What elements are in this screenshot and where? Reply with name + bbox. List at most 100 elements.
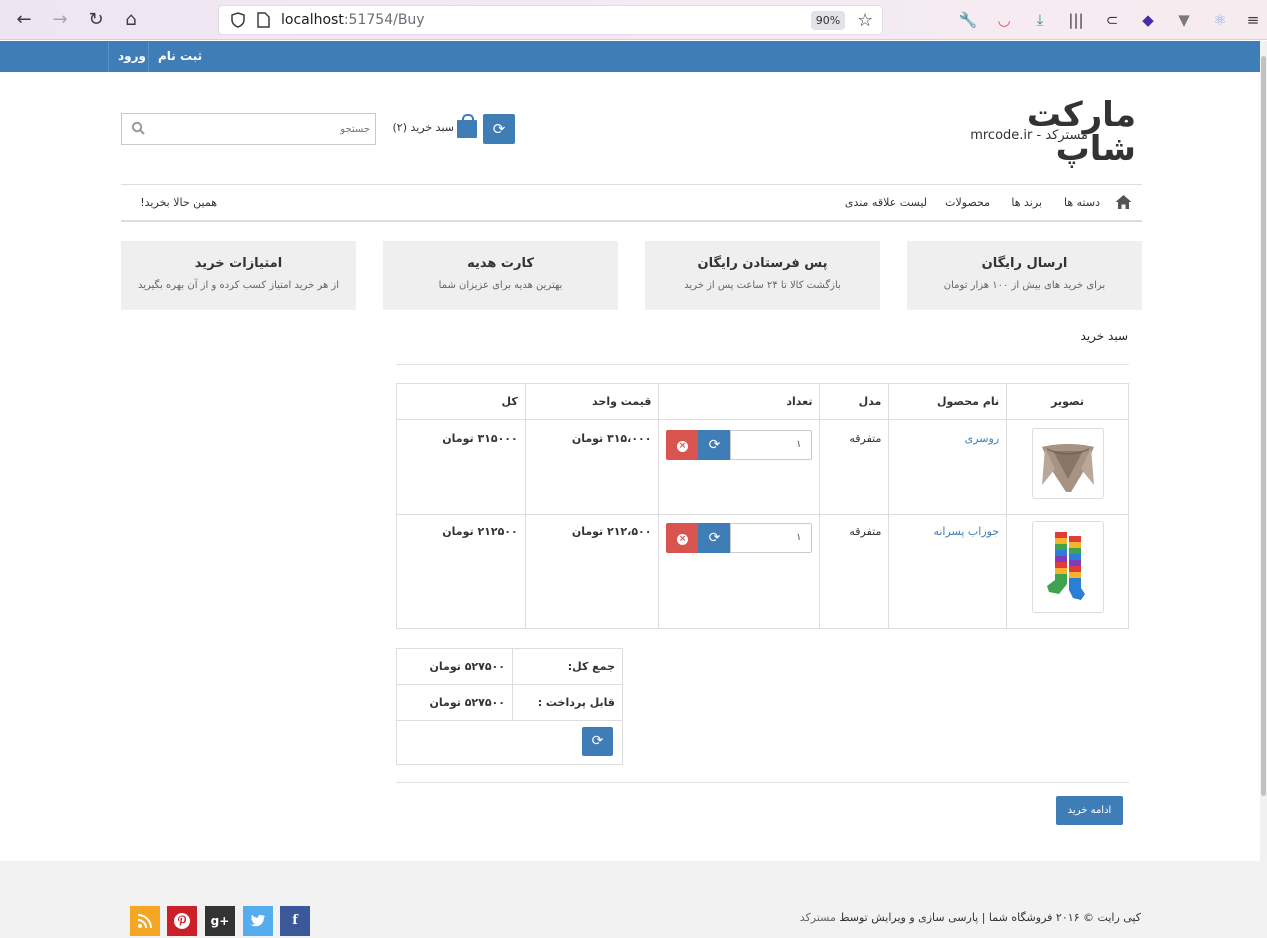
quantity-control: ۱ ⟳ × bbox=[666, 430, 813, 460]
rss-icon[interactable] bbox=[130, 906, 160, 936]
quantity-cell: ۱ ⟳ × bbox=[658, 514, 821, 629]
extension-v-icon[interactable]: ▼ bbox=[1174, 10, 1194, 30]
product-image-cell bbox=[1006, 419, 1129, 515]
extension-icon[interactable]: ⊂ bbox=[1102, 10, 1122, 30]
nav-brands[interactable]: برند ها bbox=[1011, 196, 1042, 209]
search-input[interactable] bbox=[152, 114, 370, 144]
feature-title: امتیازات خرید bbox=[194, 256, 283, 271]
product-thumbnail[interactable] bbox=[1031, 521, 1104, 613]
copyright-brand-link[interactable]: مسترکد bbox=[800, 911, 836, 924]
register-link[interactable]: ثبت نام bbox=[158, 49, 202, 63]
cart-count-label[interactable]: سبد خرید (۲) bbox=[390, 121, 454, 134]
extension-react-icon[interactable]: ⚛ bbox=[1210, 10, 1230, 30]
subtotal-label: جمع کل: bbox=[512, 648, 623, 685]
feature-reward-points: امتیازات خرید از هر خرید امتیاز کسب کرده… bbox=[121, 241, 356, 310]
copyright-text: کپی رایت © ۲۰۱۶ فروشگاه شما | پارسی سازی… bbox=[800, 911, 1141, 924]
menu-icon[interactable]: ≡ bbox=[1243, 10, 1263, 30]
feature-text: بهترین هدیه برای عزیزان شما bbox=[438, 280, 563, 291]
refresh-icon: ⟳ bbox=[708, 530, 721, 546]
update-quantity-button[interactable]: ⟳ bbox=[698, 523, 731, 553]
search-icon[interactable] bbox=[131, 121, 145, 135]
twitter-icon[interactable] bbox=[243, 906, 273, 936]
quantity-cell: ۱ ⟳ × bbox=[658, 419, 821, 515]
divider bbox=[396, 782, 1129, 783]
shopping-bag-icon[interactable] bbox=[457, 114, 477, 138]
feature-free-shipping: ارسال رایگان برای خرید های بیش از ۱۰۰ هز… bbox=[907, 241, 1142, 310]
topbar-divider bbox=[148, 41, 149, 72]
feature-title: کارت هدیه bbox=[467, 256, 534, 271]
remove-icon: × bbox=[676, 534, 688, 545]
library-icon[interactable]: ||| bbox=[1066, 10, 1086, 30]
column-header: قیمت واحد bbox=[524, 383, 660, 420]
product-thumbnail[interactable] bbox=[1031, 428, 1104, 499]
refresh-icon: ⟳ bbox=[492, 120, 506, 138]
pinterest-p-icon bbox=[174, 913, 190, 929]
quantity-input[interactable]: ۱ bbox=[730, 523, 813, 553]
totals-refresh-button[interactable]: ⟳ bbox=[582, 727, 613, 756]
column-header: تصویر bbox=[1006, 383, 1129, 420]
pinterest-icon[interactable] bbox=[167, 906, 197, 936]
footer: کپی رایت © ۲۰۱۶ فروشگاه شما | پارسی سازی… bbox=[0, 861, 1267, 938]
cart-refresh-button[interactable]: ⟳ bbox=[483, 114, 515, 144]
home-browser-icon[interactable]: ⌂ bbox=[119, 8, 143, 32]
url-text: localhost:51754/Buy bbox=[281, 12, 425, 28]
model-cell: متفرقه bbox=[819, 514, 890, 629]
home-icon[interactable] bbox=[1115, 194, 1132, 210]
feature-gift-card: کارت هدیه بهترین هدیه برای عزیزان شما bbox=[383, 241, 618, 310]
wrench-icon[interactable]: 🔧 bbox=[958, 10, 978, 30]
nav-buy-now[interactable]: همین حالا بخرید! bbox=[140, 196, 217, 209]
divider bbox=[396, 364, 1129, 365]
topbar-divider bbox=[108, 41, 109, 72]
address-bar[interactable]: localhost:51754/Buy 90% ☆ bbox=[218, 5, 883, 35]
site-topbar: ورود ثبت نام bbox=[0, 41, 1260, 72]
unit-price-cell: ۳۱۵،۰۰۰ تومان bbox=[524, 419, 660, 515]
download-icon[interactable]: ⤓ bbox=[1030, 10, 1050, 30]
login-link[interactable]: ورود bbox=[118, 49, 146, 63]
forward-icon[interactable]: → bbox=[48, 8, 72, 32]
rss-feed-icon bbox=[137, 914, 152, 929]
model-cell: متفرقه bbox=[819, 419, 890, 515]
payable-value: ۵۲۷۵۰۰ تومان bbox=[396, 684, 513, 721]
feature-title: پس فرستادن رایگان bbox=[697, 256, 828, 271]
logo-subtitle: مسترکد - mrcode.ir bbox=[970, 128, 1088, 143]
bookmark-star-icon[interactable]: ☆ bbox=[857, 10, 873, 31]
column-header: نام محصول bbox=[888, 383, 1008, 420]
shield-icon bbox=[231, 12, 245, 28]
page-scrollbar-thumb[interactable] bbox=[1261, 56, 1266, 796]
quantity-control: ۱ ⟳ × bbox=[666, 523, 813, 553]
table-row: روسری متفرقه ۱ ⟳ × ۳۱۵،۰۰۰ تومان ۳۱۵۰۰۰ … bbox=[396, 419, 1129, 515]
extension-cube-icon[interactable]: ◆ bbox=[1138, 10, 1158, 30]
feature-title: ارسال رایگان bbox=[981, 256, 1068, 271]
pocket-icon[interactable]: ◡ bbox=[994, 10, 1014, 30]
product-name-link[interactable]: روسری bbox=[965, 432, 1000, 445]
page-icon bbox=[257, 12, 270, 28]
feature-text: برای خرید های بیش از ۱۰۰ هزار تومان bbox=[943, 280, 1106, 291]
quantity-input[interactable]: ۱ bbox=[730, 430, 813, 460]
subtotal-row: جمع کل: ۵۲۷۵۰۰ تومان bbox=[396, 648, 623, 685]
twitter-bird-icon bbox=[250, 914, 265, 927]
row-total-cell: ۲۱۲۵۰۰ تومان bbox=[396, 514, 526, 629]
remove-item-button[interactable]: × bbox=[666, 430, 699, 460]
column-header: مدل bbox=[819, 383, 890, 420]
nav-wishlist[interactable]: لیست علاقه مندی bbox=[845, 196, 927, 209]
product-name-link[interactable]: جوراب پسرانه bbox=[933, 525, 999, 538]
reload-icon[interactable]: ↻ bbox=[84, 8, 108, 32]
remove-icon: × bbox=[676, 441, 688, 452]
refresh-icon: ⟳ bbox=[708, 437, 721, 453]
google-plus-icon[interactable]: g+ bbox=[205, 906, 235, 936]
scarf-image bbox=[1041, 444, 1094, 492]
refresh-icon: ⟳ bbox=[591, 733, 604, 749]
nav-products[interactable]: محصولات bbox=[945, 196, 990, 209]
zoom-badge[interactable]: 90% bbox=[811, 11, 845, 30]
feature-text: از هر خرید امتیاز کسب کرده و از آن بهره … bbox=[137, 280, 339, 291]
row-total-cell: ۳۱۵۰۰۰ تومان bbox=[396, 419, 526, 515]
nav-categories[interactable]: دسته ها bbox=[1064, 196, 1100, 209]
facebook-icon[interactable]: f bbox=[280, 906, 310, 936]
subtotal-value: ۵۲۷۵۰۰ تومان bbox=[396, 648, 513, 685]
update-quantity-button[interactable]: ⟳ bbox=[698, 430, 731, 460]
header-cart: ⟳ سبد خرید (۲) bbox=[390, 114, 515, 144]
remove-item-button[interactable]: × bbox=[666, 523, 699, 553]
site-logo[interactable]: مارکت شاپ مسترکد - mrcode.ir bbox=[950, 98, 1136, 166]
continue-shopping-button[interactable]: ادامه خرید bbox=[1056, 796, 1123, 825]
back-icon[interactable]: ← bbox=[12, 8, 36, 32]
